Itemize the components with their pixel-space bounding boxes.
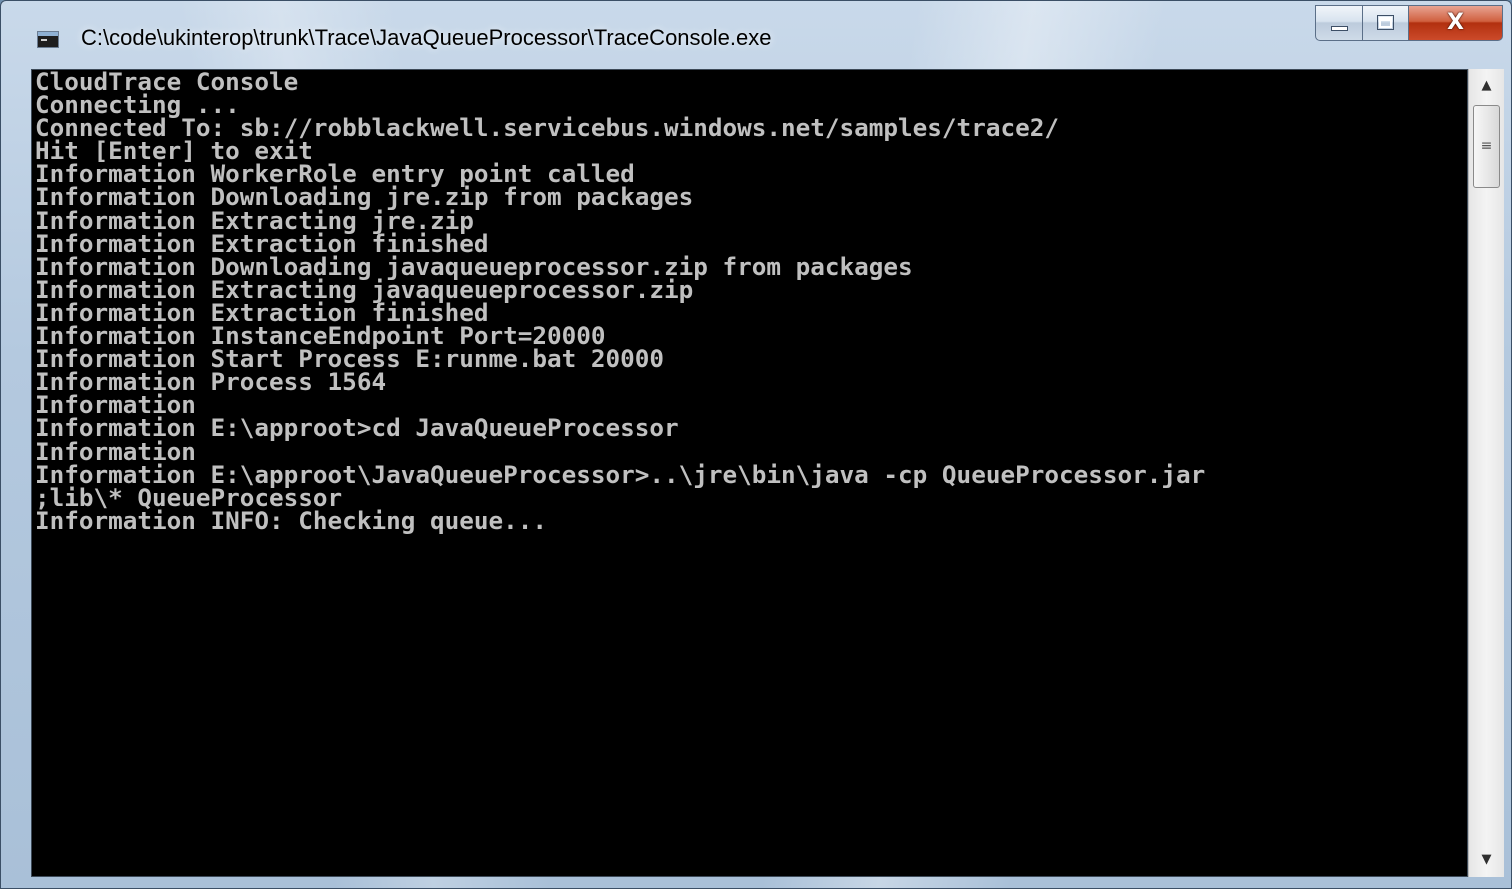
console-line: Information INFO: Checking queue... [35,505,547,535]
console-lines: CloudTrace Console Connecting ... Connec… [35,70,1205,532]
close-button[interactable]: X [1409,5,1503,41]
close-icon: X [1447,10,1464,35]
console-line: Information E:\approot>cd JavaQueueProce… [35,413,679,443]
console-window: C:\code\ukinterop\trunk\Trace\JavaQueueP… [0,0,1512,889]
vertical-scrollbar[interactable]: ▲ ≡ ▼ [1468,69,1504,877]
scroll-down-button[interactable]: ▼ [1469,843,1504,877]
scrollbar-thumb[interactable]: ≡ [1473,105,1500,188]
minimize-icon [1331,26,1348,31]
window-controls: X [1315,5,1503,41]
scroll-up-button[interactable]: ▲ [1469,69,1504,103]
maximize-icon [1377,15,1394,30]
window-title: C:\code\ukinterop\trunk\Trace\JavaQueueP… [81,25,772,50]
maximize-button[interactable] [1363,5,1409,41]
console-output[interactable]: CloudTrace Console Connecting ... Connec… [31,69,1468,877]
grip-icon: ≡ [1480,138,1493,154]
console-line: Information Process 1564 [35,367,387,397]
arrow-down-icon: ▼ [1481,852,1492,867]
minimize-button[interactable] [1315,5,1363,41]
console-app-icon[interactable] [37,31,59,48]
title-bar[interactable]: C:\code\ukinterop\trunk\Trace\JavaQueueP… [1,1,1511,69]
arrow-up-icon: ▲ [1481,78,1492,93]
